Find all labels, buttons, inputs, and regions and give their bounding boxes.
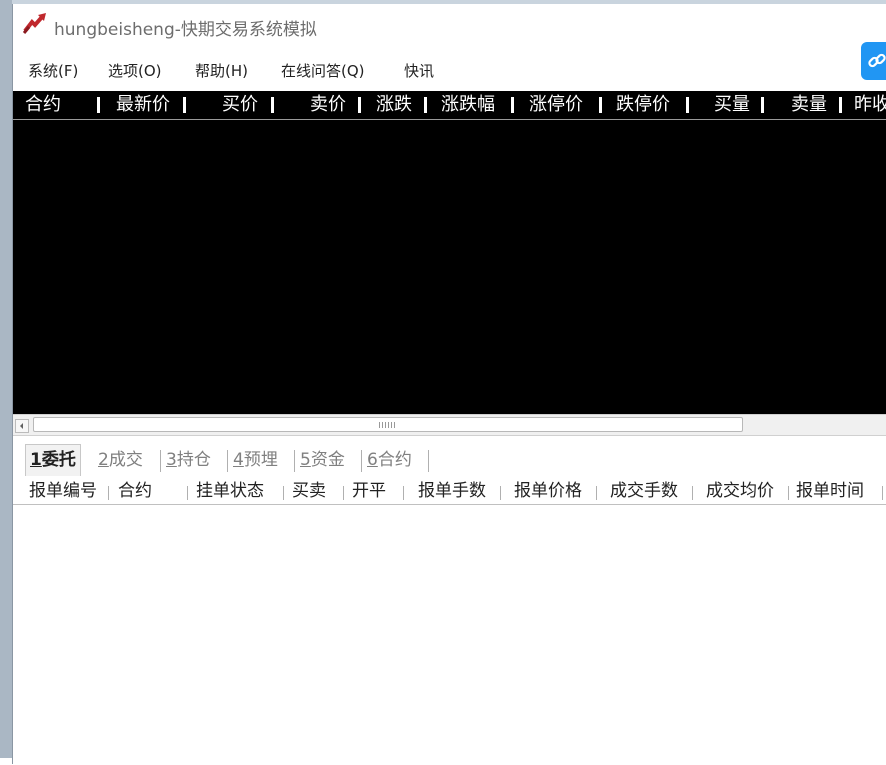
column-divider[interactable] (358, 97, 361, 113)
quote-col-bid-volume[interactable]: 买量 (714, 94, 750, 116)
tab-positions-label: 持仓 (176, 450, 211, 470)
column-divider[interactable] (692, 486, 693, 500)
orders-table-header: 报单编号 合约 挂单状态 买卖 开平 报单手数 报单价格 成交手数 成交均价 报… (13, 478, 886, 505)
orders-col-order-qty[interactable]: 报单手数 (418, 481, 486, 501)
menu-help[interactable]: 帮助(H) (195, 60, 248, 81)
quote-col-ask-volume[interactable]: 卖量 (791, 94, 827, 116)
column-divider[interactable] (343, 486, 344, 500)
tab-trades-key: 2 (98, 450, 109, 470)
app-window: hungbeisheng-快期交易系统模拟 系统(F) 选项(O) 帮助(H) … (12, 4, 886, 765)
title-bar[interactable]: hungbeisheng-快期交易系统模拟 (13, 4, 886, 44)
orders-col-avg-price[interactable]: 成交均价 (706, 481, 774, 501)
quote-col-last-price[interactable]: 最新价 (116, 94, 170, 116)
column-divider[interactable] (686, 97, 689, 113)
orders-col-side[interactable]: 买卖 (292, 481, 326, 501)
quote-table-header: 合约 最新价 买价 卖价 涨跌 涨跌幅 涨停价 跌停价 买量 卖量 昨收 (13, 91, 886, 120)
tab-divider (361, 450, 362, 472)
tab-divider (428, 450, 429, 472)
tab-funds[interactable]: 5资金 (300, 446, 345, 474)
tab-trades-label: 成交 (108, 450, 143, 470)
quote-col-ask[interactable]: 卖价 (310, 94, 346, 116)
tab-contracts[interactable]: 6合约 (367, 446, 412, 474)
tab-contracts-label: 合约 (377, 450, 412, 470)
scrollbar-thumb[interactable] (33, 417, 743, 432)
scrollbar-grip (379, 422, 397, 428)
tab-divider (294, 450, 295, 472)
tab-funds-key: 5 (300, 450, 311, 470)
quote-col-change-pct[interactable]: 涨跌幅 (441, 94, 495, 116)
column-divider[interactable] (839, 97, 842, 113)
quote-col-change[interactable]: 涨跌 (376, 94, 412, 116)
menu-bar: 系统(F) 选项(O) 帮助(H) 在线问答(Q) 快讯 (13, 56, 853, 82)
quote-col-bid[interactable]: 买价 (222, 94, 258, 116)
quote-col-limit-up[interactable]: 涨停价 (529, 94, 583, 116)
tab-orders-key: 1 (30, 450, 42, 470)
column-divider[interactable] (108, 486, 109, 500)
tab-orders[interactable]: 1委托 (25, 444, 81, 476)
orders-col-order-id[interactable]: 报单编号 (29, 481, 97, 501)
orders-col-order-price[interactable]: 报单价格 (514, 481, 582, 501)
column-divider[interactable] (788, 486, 789, 500)
menu-online-qa[interactable]: 在线问答(Q) (281, 60, 365, 81)
tab-trades[interactable]: 2成交 (98, 446, 143, 474)
tab-preset-orders-key: 4 (233, 450, 244, 470)
window-title: hungbeisheng-快期交易系统模拟 (54, 20, 317, 40)
column-divider[interactable] (183, 97, 186, 113)
orders-col-contract[interactable]: 合约 (118, 481, 152, 501)
column-divider[interactable] (97, 97, 100, 113)
tab-preset-orders-label: 预埋 (243, 450, 278, 470)
quote-col-contract[interactable]: 合约 (25, 94, 61, 116)
orders-col-status[interactable]: 挂单状态 (196, 481, 264, 501)
quote-col-limit-down[interactable]: 跌停价 (616, 94, 670, 116)
tab-divider (227, 450, 228, 472)
rising-chart-arrow-icon (22, 12, 49, 34)
tab-funds-label: 资金 (310, 450, 345, 470)
tab-positions-key: 3 (166, 450, 177, 470)
tab-contracts-key: 6 (367, 450, 378, 470)
menu-options[interactable]: 选项(O) (108, 60, 162, 81)
column-divider[interactable] (761, 97, 764, 113)
tab-orders-label: 委托 (41, 450, 76, 470)
column-divider[interactable] (424, 97, 427, 113)
quote-panel[interactable]: 合约 最新价 买价 卖价 涨跌 涨跌幅 涨停价 跌停价 买量 卖量 昨收 (13, 91, 886, 414)
link-button[interactable] (861, 42, 886, 80)
column-divider[interactable] (500, 486, 501, 500)
column-divider[interactable] (599, 97, 602, 113)
column-divider[interactable] (882, 486, 883, 500)
tab-preset-orders[interactable]: 4预埋 (233, 446, 278, 474)
tab-divider (160, 450, 161, 472)
orders-col-open-close[interactable]: 开平 (352, 481, 386, 501)
column-divider[interactable] (283, 486, 284, 500)
tab-positions[interactable]: 3持仓 (166, 446, 211, 474)
quote-horizontal-scrollbar[interactable] (13, 414, 886, 436)
quote-col-prev-close[interactable]: 昨收 (854, 94, 886, 116)
column-divider[interactable] (271, 97, 274, 113)
column-divider[interactable] (403, 486, 404, 500)
orders-table-body[interactable] (13, 505, 886, 765)
orders-col-filled-qty[interactable]: 成交手数 (610, 481, 678, 501)
menu-system[interactable]: 系统(F) (28, 60, 78, 81)
orders-col-order-time[interactable]: 报单时间 (796, 481, 864, 501)
column-divider[interactable] (511, 97, 514, 113)
bottom-tabs: 1委托 2成交 3持仓 4预埋 5资金 6合约 (19, 444, 886, 476)
menu-news-flash[interactable]: 快讯 (404, 60, 434, 81)
column-divider[interactable] (596, 486, 597, 500)
column-divider[interactable] (187, 486, 188, 500)
desktop-background-left (0, 0, 12, 758)
arrow-left-icon[interactable] (15, 418, 29, 433)
